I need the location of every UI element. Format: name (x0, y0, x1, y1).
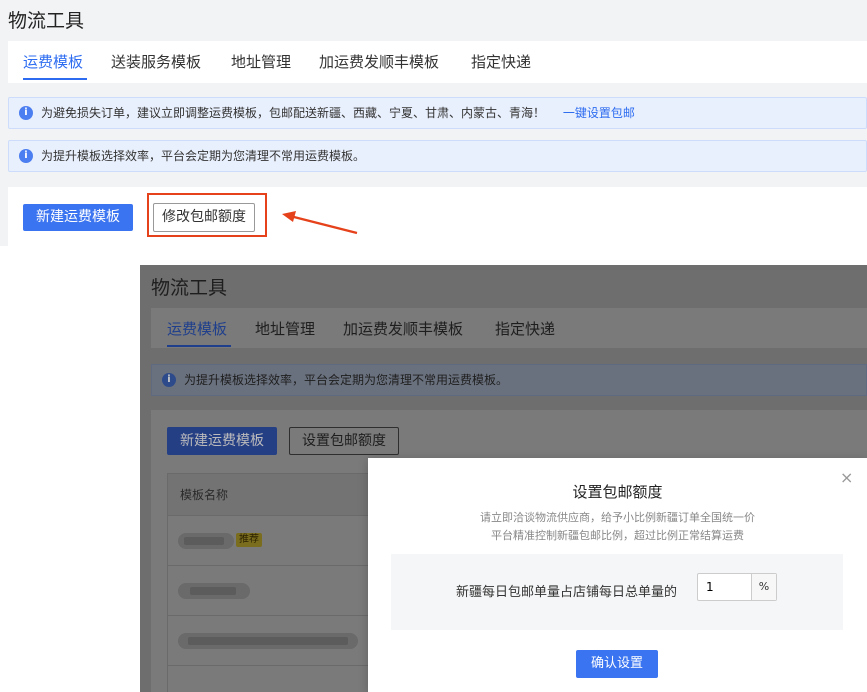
blurred-template-name (178, 633, 358, 649)
active-tab-underline (23, 78, 87, 80)
info-icon: i (19, 106, 33, 120)
page-title: 物流工具 (151, 277, 228, 299)
info-icon: i (162, 373, 176, 387)
tab-freight-template[interactable]: 运费模板 (167, 318, 227, 339)
confirm-settings-button[interactable]: 确认设置 (576, 650, 658, 678)
tab-designated-courier[interactable]: 指定快递 (471, 51, 531, 72)
free-shipping-dialog: × 设置包邮额度 请立即洽谈物流供应商，给予小比例新疆订单全国统一价 平台精准控… (368, 458, 867, 692)
set-free-shipping-button[interactable]: 设置包邮额度 (289, 427, 399, 455)
new-freight-template-button[interactable]: 新建运费模板 (167, 427, 277, 455)
ratio-input[interactable] (698, 574, 751, 600)
notice-template-cleanup: i 为提升模板选择效率，平台会定期为您清理不常用运费模板。 (151, 364, 867, 396)
notice-text: 为避免损失订单，建议立即调整运费模板，包邮配送新疆、西藏、宁夏、甘肃、内蒙古、青… (41, 106, 546, 120)
highlight-annotation-box (147, 193, 267, 237)
top-screenshot: 物流工具 运费模板 送装服务模板 地址管理 加运费发顺丰模板 指定快递 i 为避… (0, 0, 867, 246)
ratio-input-group: % (697, 573, 777, 601)
ratio-field-label: 新疆每日包邮单量占店铺每日总单量的 (456, 585, 678, 600)
action-bar: 新建运费模板 修改包邮额度 (8, 187, 867, 246)
ratio-setting-box: 新疆每日包邮单量占店铺每日总单量的 % (391, 554, 843, 630)
notice-free-shipping: i 为避免损失订单，建议立即调整运费模板，包邮配送新疆、西藏、宁夏、甘肃、内蒙古… (8, 97, 867, 129)
tab-delivery-install-template[interactable]: 送装服务模板 (111, 51, 201, 72)
active-tab-underline (167, 345, 231, 347)
notice-text: 为提升模板选择效率，平台会定期为您清理不常用运费模板。 (41, 149, 366, 163)
dialog-subtitle-line2: 平台精准控制新疆包邮比例，超过比例正常结算运费 (491, 529, 744, 542)
one-click-free-shipping-link[interactable]: 一键设置包邮 (563, 106, 635, 120)
notice-template-cleanup: i 为提升模板选择效率，平台会定期为您清理不常用运费模板。 (8, 140, 867, 172)
tab-designated-courier[interactable]: 指定快递 (495, 318, 555, 339)
new-freight-template-button[interactable]: 新建运费模板 (23, 204, 133, 231)
page-title: 物流工具 (8, 10, 85, 32)
info-icon: i (19, 149, 33, 163)
tab-sf-surcharge-template[interactable]: 加运费发顺丰模板 (319, 51, 439, 72)
tab-address-management[interactable]: 地址管理 (231, 51, 291, 72)
annotation-arrow-icon (282, 211, 358, 235)
tab-address-management[interactable]: 地址管理 (255, 318, 315, 339)
tab-freight-template[interactable]: 运费模板 (23, 51, 83, 72)
blurred-template-name (178, 583, 250, 599)
recommended-badge: 推荐 (236, 533, 262, 547)
blurred-template-name (178, 533, 234, 549)
notice-text: 为提升模板选择效率，平台会定期为您清理不常用运费模板。 (184, 373, 509, 387)
tabs-bar: 运费模板 地址管理 加运费发顺丰模板 指定快递 (151, 308, 867, 348)
tabs-bar: 运费模板 送装服务模板 地址管理 加运费发顺丰模板 指定快递 (8, 41, 867, 83)
dialog-subtitle-line1: 请立即洽谈物流供应商，给予小比例新疆订单全国统一价 (480, 511, 755, 524)
tab-sf-surcharge-template[interactable]: 加运费发顺丰模板 (343, 318, 463, 339)
percent-unit: % (751, 574, 776, 600)
dialog-title: 设置包邮额度 (572, 483, 663, 501)
